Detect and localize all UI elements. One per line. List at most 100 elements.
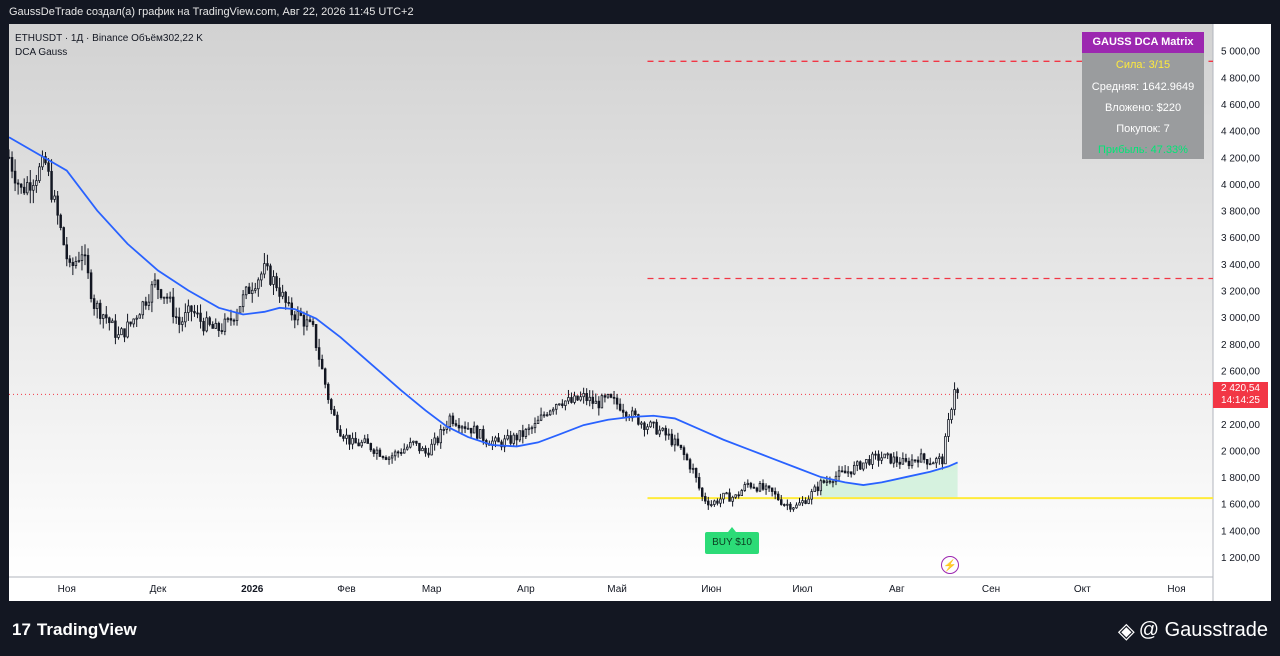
candle-body <box>327 383 330 400</box>
candle-body <box>29 182 32 191</box>
candle-body <box>722 492 725 500</box>
dca-strength: Сила: 3/15 <box>1115 59 1171 71</box>
candle-body <box>272 276 275 285</box>
candle-body <box>713 500 716 505</box>
candle-body <box>418 442 421 452</box>
lightning-icon[interactable]: ⚡ <box>941 556 959 574</box>
candle-body <box>95 302 99 309</box>
candle-body <box>795 504 798 509</box>
candle-body <box>792 507 795 510</box>
y-tick-label: 4 400,00 <box>1221 127 1260 138</box>
candle-body <box>463 426 467 429</box>
candle-body <box>129 321 132 325</box>
candle-body <box>336 414 339 431</box>
candle-body <box>351 437 354 445</box>
candle-body <box>688 459 692 470</box>
chart-area[interactable]: 1 200,00 1 400,00 1 600,00 1 800,00 2 000,00… <box>9 24 1271 601</box>
candle-body <box>685 454 689 461</box>
candle-body <box>196 312 199 315</box>
candle-body <box>661 427 664 431</box>
candle-body <box>254 288 257 291</box>
y-tick-label: 1 200,00 <box>1221 553 1260 564</box>
candle-body <box>454 423 458 426</box>
candle-body <box>220 330 224 332</box>
candle-body <box>707 500 710 506</box>
candle-body <box>13 170 17 184</box>
candle-body <box>247 286 251 294</box>
candle-body <box>56 195 59 216</box>
candle-body <box>269 265 272 285</box>
candle-body <box>837 470 841 477</box>
candle-body <box>466 427 470 430</box>
candle-body <box>667 433 671 436</box>
candle-body <box>424 447 427 454</box>
candle-body <box>597 400 601 409</box>
candle-body <box>193 311 196 314</box>
candle-body <box>108 317 111 324</box>
x-tick-label: Апр <box>517 584 535 595</box>
candle-body <box>345 434 348 439</box>
candle-body <box>542 414 546 417</box>
candle-body <box>80 254 84 261</box>
candle-body <box>734 494 737 498</box>
candle-body <box>947 419 950 437</box>
candle-body <box>570 397 573 403</box>
candle-body <box>62 227 65 246</box>
candle-body <box>308 319 312 322</box>
symbol-legend[interactable]: ETHUSDT · 1Д · Binance Объём302,22 K <box>15 32 203 46</box>
y-tick-label: 4 000,00 <box>1221 180 1260 191</box>
candle-body <box>296 311 300 321</box>
candle-body <box>880 457 883 461</box>
candle-body <box>421 447 424 452</box>
candle-body <box>883 453 886 459</box>
candle-body <box>293 314 297 321</box>
dca-matrix-panel: GAUSS DCA Matrix Сила: 3/15 Средняя: 164… <box>1082 32 1204 159</box>
candle-body <box>804 500 807 504</box>
candle-body <box>165 296 169 299</box>
candle-body <box>153 279 157 286</box>
candle-body <box>199 312 202 322</box>
candle-body <box>551 408 555 412</box>
candle-body <box>843 470 847 474</box>
candle-body <box>396 451 400 454</box>
candle-body <box>38 166 41 182</box>
candle-body <box>9 156 11 159</box>
candle-body <box>375 449 379 454</box>
candle-body <box>433 437 436 445</box>
x-tick-label: Окт <box>1074 584 1091 595</box>
x-tick-label: Дек <box>150 584 167 595</box>
candle-body <box>412 440 415 443</box>
candle-body <box>849 471 853 475</box>
y-tick-label: 3 800,00 <box>1221 207 1260 218</box>
candle-body <box>600 395 604 409</box>
candle-body <box>643 422 646 430</box>
y-tick-label: 2 200,00 <box>1221 420 1260 431</box>
candle-body <box>448 415 452 428</box>
candle-body <box>226 318 230 321</box>
y-tick-label: 3 200,00 <box>1221 287 1260 298</box>
candle-body <box>472 425 476 434</box>
candle-body <box>323 368 327 385</box>
candle-body <box>35 180 38 186</box>
y-tick-label: 4 600,00 <box>1221 100 1260 111</box>
candle-body <box>168 296 172 299</box>
candle-body <box>330 399 333 410</box>
candle-body <box>530 427 534 430</box>
candle-body <box>682 447 686 455</box>
candle-body <box>126 321 129 338</box>
indicator-legend[interactable]: DCA Gauss <box>15 46 203 60</box>
candle-body <box>181 321 184 325</box>
y-tick-label: 3 600,00 <box>1221 233 1260 244</box>
candle-body <box>603 395 607 398</box>
candle-body <box>901 458 905 465</box>
y-tick-label: 1 400,00 <box>1221 526 1260 537</box>
candle-body <box>889 453 892 464</box>
candle-body <box>460 426 464 429</box>
candle-body <box>737 494 740 497</box>
candle-body <box>53 195 56 200</box>
candle-body <box>941 456 944 465</box>
candle-body <box>162 296 166 299</box>
tradingview-logo[interactable]: 17 TradingView <box>12 620 137 640</box>
candle-body <box>403 448 406 454</box>
candle-body <box>816 486 819 492</box>
